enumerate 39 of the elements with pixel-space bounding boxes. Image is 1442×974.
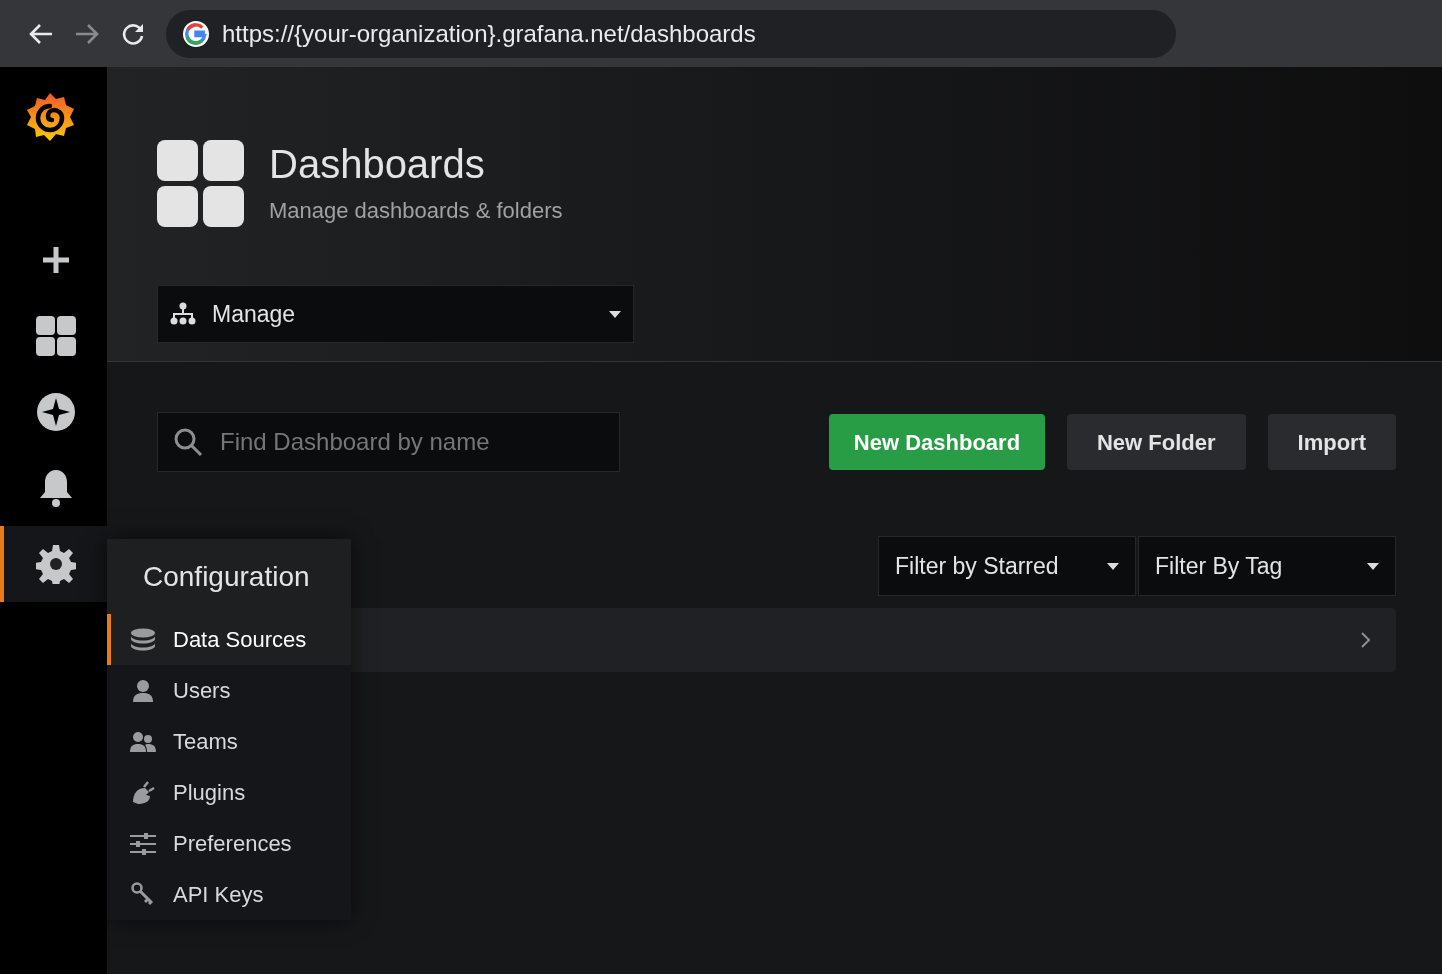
gear-icon	[35, 544, 76, 584]
database-icon	[130, 627, 156, 652]
menu-item[interactable]: API Keys	[107, 869, 351, 920]
filter-dropdown[interactable]: Filter by Starred	[878, 536, 1136, 596]
plug-icon	[130, 780, 156, 805]
search-field[interactable]: Find Dashboard by name	[157, 412, 620, 472]
primary-button[interactable]: New Dashboard	[828, 414, 1045, 470]
user-icon	[132, 678, 154, 703]
menu-item[interactable]: Preferences	[107, 818, 351, 869]
url-text: https://{your-organization}.grafana.net/dashboards	[222, 18, 756, 49]
users-icon	[130, 730, 156, 753]
caret-icon	[1367, 562, 1379, 570]
sitemap-icon	[170, 302, 196, 326]
back-icon[interactable]	[28, 22, 54, 45]
filter-dropdown[interactable]: Filter By Tag	[1138, 536, 1396, 596]
plus-icon	[40, 245, 71, 275]
menu-item[interactable]: Teams	[107, 716, 351, 767]
secondary-button[interactable]: Import	[1267, 414, 1396, 470]
page-title: Dashboards	[269, 141, 486, 186]
menu-item[interactable]: Users	[107, 665, 351, 716]
address-bar[interactable]: https://{your-organization}.grafana.net/dashboards	[166, 9, 1176, 58]
key-icon	[131, 881, 155, 908]
menu-item[interactable]: Plugins	[107, 767, 351, 818]
nav-dropdown[interactable]: Manage	[157, 285, 634, 343]
bell-icon	[38, 468, 73, 508]
menu-item[interactable]: Data Sources	[107, 614, 351, 665]
grid-icon	[35, 316, 76, 356]
google-icon	[182, 19, 210, 48]
sidebar-item[interactable]	[0, 526, 107, 602]
page-subtitle: Manage dashboards & folders	[269, 196, 563, 225]
sliders-icon	[130, 832, 156, 855]
caret-icon	[609, 310, 621, 318]
menu-title: Configuration	[143, 559, 310, 594]
secondary-button[interactable]: New Folder	[1066, 414, 1246, 470]
forward-icon[interactable]	[74, 22, 100, 45]
dashboards-icon	[157, 140, 245, 228]
compass-icon	[35, 392, 76, 432]
search-icon	[173, 427, 203, 457]
caret-icon	[1107, 562, 1119, 570]
